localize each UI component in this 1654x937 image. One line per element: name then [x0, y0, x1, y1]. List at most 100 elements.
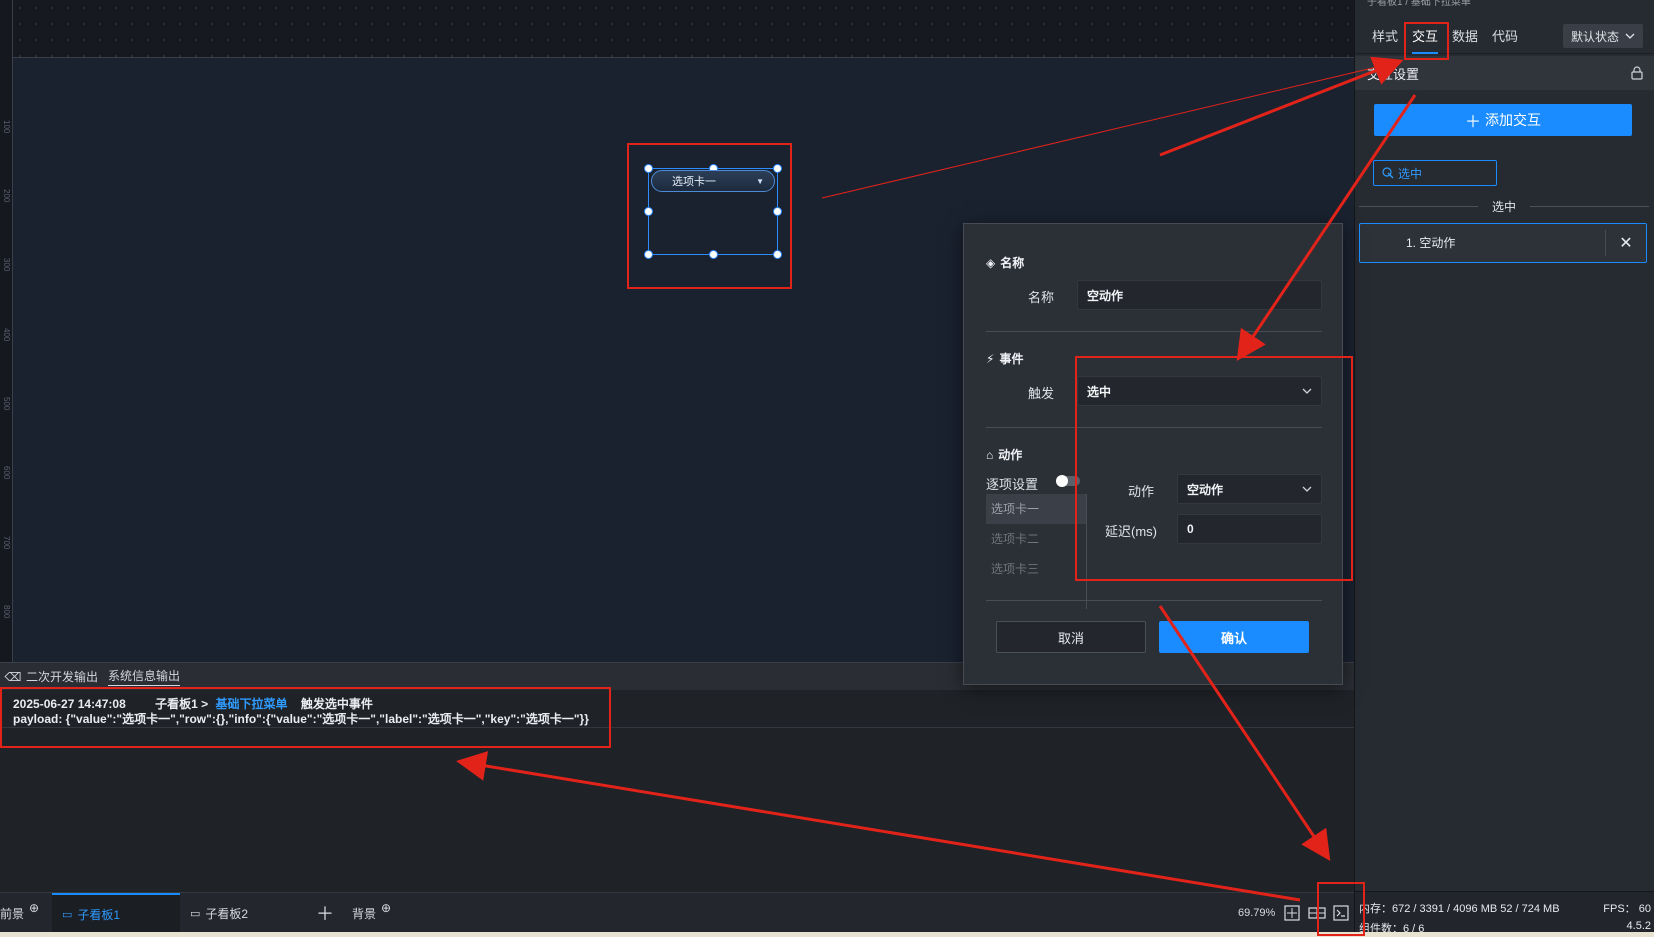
- state-select-value: 默认状态: [1570, 29, 1619, 44]
- dropdown-widget[interactable]: 选项卡一 ▼: [651, 170, 775, 192]
- name-input-value: 空动作: [1087, 288, 1124, 303]
- properties-tabs: 样式 交互 数据 代码 默认状态: [1355, 20, 1654, 54]
- resize-handle[interactable]: [773, 207, 782, 216]
- tab-code[interactable]: 代码: [1492, 20, 1518, 54]
- monitor-icon: ▭: [62, 908, 73, 921]
- action-icon: ⌂: [986, 447, 994, 462]
- interaction-dialog: ◈ 名称 名称 空动作 ⚡ 事件 触发 选中 ⌂ 动作 逐项设置 选项卡一 选项…: [963, 223, 1343, 685]
- per-item-label: 逐项设置: [986, 477, 1039, 492]
- delay-input-value: 0: [1187, 522, 1194, 536]
- background-label: 背景: [352, 906, 377, 921]
- event-chip[interactable]: 选中: [1373, 160, 1497, 186]
- trigger-select-value: 选中: [1087, 384, 1112, 399]
- properties-panel: 子看板1 / 基础下拉菜单 样式 交互 数据 代码 默认状态 交互设置 ＋ 添加…: [1354, 0, 1654, 937]
- action-select-value: 空动作: [1187, 482, 1224, 497]
- per-item-toggle[interactable]: [1056, 475, 1080, 487]
- ruler-tick: 100: [2, 120, 11, 134]
- log-component-link[interactable]: 基础下拉菜单: [215, 697, 287, 711]
- console-output: 2025-06-27 14:47:08 子看板1 > 基础下拉菜单 触发选中事件…: [0, 690, 1354, 892]
- action-label: 动作: [1127, 484, 1154, 499]
- name-input[interactable]: 空动作: [1077, 280, 1322, 310]
- window-edge: [0, 932, 1654, 937]
- chevron-down-icon: [1302, 388, 1312, 394]
- tab-style[interactable]: 样式: [1372, 20, 1398, 54]
- grid-toggle-icon[interactable]: [1308, 893, 1326, 933]
- board1-label: 子看板1: [77, 907, 121, 922]
- divider: [986, 331, 1322, 332]
- confirm-button[interactable]: 确认: [1159, 621, 1309, 653]
- ruler-tick: 200: [2, 189, 11, 203]
- option-tab-2[interactable]: 选项卡二: [986, 524, 1086, 554]
- event-group-label: 选中: [1492, 200, 1517, 214]
- name-field-label: 名称: [1027, 290, 1054, 305]
- log-timestamp: 2025-06-27 14:47:08: [13, 697, 126, 711]
- fit-screen-icon[interactable]: [1284, 893, 1300, 933]
- option-tab-list: 选项卡一 选项卡二 选项卡三: [986, 494, 1086, 584]
- action-select[interactable]: 空动作: [1177, 474, 1322, 504]
- delay-input[interactable]: 0: [1177, 514, 1322, 544]
- tab-board2[interactable]: ▭ 子看板2: [190, 893, 248, 933]
- memory-value: 672 / 3391 / 4096 MB 52 / 724 MB: [1392, 903, 1560, 915]
- trigger-select[interactable]: 选中: [1077, 376, 1322, 406]
- broom-icon[interactable]: ⌫: [0, 670, 26, 684]
- monitor-icon: ▭: [190, 907, 201, 920]
- status-bar: 内存：672 / 3391 / 4096 MB 52 / 724 MB FPS：…: [1355, 891, 1654, 937]
- memory-label: 内存：: [1359, 903, 1392, 915]
- resize-handle[interactable]: [644, 164, 653, 173]
- console-tab-dev[interactable]: 二次开发输出: [26, 668, 98, 685]
- state-select[interactable]: 默认状态: [1563, 24, 1643, 48]
- fps-value: 60: [1638, 903, 1651, 915]
- breadcrumb: 子看板1 / 基础下拉菜单: [1367, 0, 1471, 8]
- add-interaction-button[interactable]: ＋ 添加交互: [1374, 104, 1632, 136]
- resize-handle[interactable]: [773, 164, 782, 173]
- tab-foreground[interactable]: 前景 ⊕: [0, 893, 39, 933]
- event-section-title: 事件: [999, 352, 1024, 366]
- chevron-down-icon: [1625, 33, 1635, 39]
- add-board-button[interactable]: ＋: [316, 893, 334, 933]
- resize-handle[interactable]: [709, 250, 718, 259]
- board2-label: 子看板2: [205, 906, 249, 921]
- name-section-title: 名称: [1000, 256, 1025, 270]
- zoom-level: 69.79%: [1238, 907, 1276, 919]
- tab-background[interactable]: 背景 ⊕: [352, 893, 391, 933]
- lock-icon[interactable]: [1631, 66, 1643, 80]
- ruler-tick: 700: [2, 536, 11, 550]
- ruler-tick: 400: [2, 328, 11, 342]
- dropdown-widget-label: 选项卡一: [672, 176, 716, 188]
- tab-interaction[interactable]: 交互: [1412, 20, 1439, 54]
- log-event-text: 触发选中事件: [300, 697, 373, 711]
- console-terminal-icon[interactable]: [1333, 893, 1349, 933]
- add-circle-icon[interactable]: ⊕: [29, 901, 39, 915]
- console-tab-system[interactable]: 系统信息输出: [108, 667, 181, 686]
- option-tab-3[interactable]: 选项卡三: [986, 554, 1086, 584]
- lightning-icon: ⚡: [986, 351, 995, 366]
- divider: [1086, 494, 1087, 609]
- option-tab-1[interactable]: 选项卡一: [986, 494, 1086, 524]
- divider: [986, 600, 1322, 601]
- log-source: 子看板1 >: [155, 697, 209, 711]
- resize-handle[interactable]: [644, 207, 653, 216]
- ruler-tick: 300: [2, 258, 11, 272]
- pointer-click-icon: [1382, 167, 1394, 179]
- trigger-label: 触发: [1027, 386, 1054, 401]
- interaction-settings-header: 交互设置: [1355, 56, 1654, 90]
- tab-board1[interactable]: ▭ 子看板1: [52, 893, 180, 933]
- section-title: 交互设置: [1367, 66, 1420, 82]
- action-item-label: 1. 空动作: [1360, 230, 1606, 256]
- plus-icon: ＋: [1464, 114, 1481, 131]
- resize-handle[interactable]: [644, 250, 653, 259]
- plus-icon: ＋: [316, 904, 334, 924]
- tab-data[interactable]: 数据: [1452, 20, 1478, 54]
- ruler-tick: 500: [2, 397, 11, 411]
- action-list-item[interactable]: 1. 空动作 ✕: [1359, 223, 1647, 263]
- name-section-header: ◈ 名称: [986, 254, 1024, 271]
- ruler-tick: 800: [2, 605, 11, 619]
- add-interaction-label: 添加交互: [1485, 112, 1541, 128]
- left-ruler: 100 200 300 400 500 600 700 800: [0, 0, 13, 662]
- log-payload: payload: {"value":"选项卡一","row":{},"info"…: [13, 712, 589, 726]
- cancel-button[interactable]: 取消: [996, 621, 1146, 653]
- resize-handle[interactable]: [773, 250, 782, 259]
- fps-label: FPS：: [1603, 903, 1636, 915]
- close-icon[interactable]: ✕: [1606, 233, 1646, 253]
- add-circle-icon[interactable]: ⊕: [381, 901, 391, 915]
